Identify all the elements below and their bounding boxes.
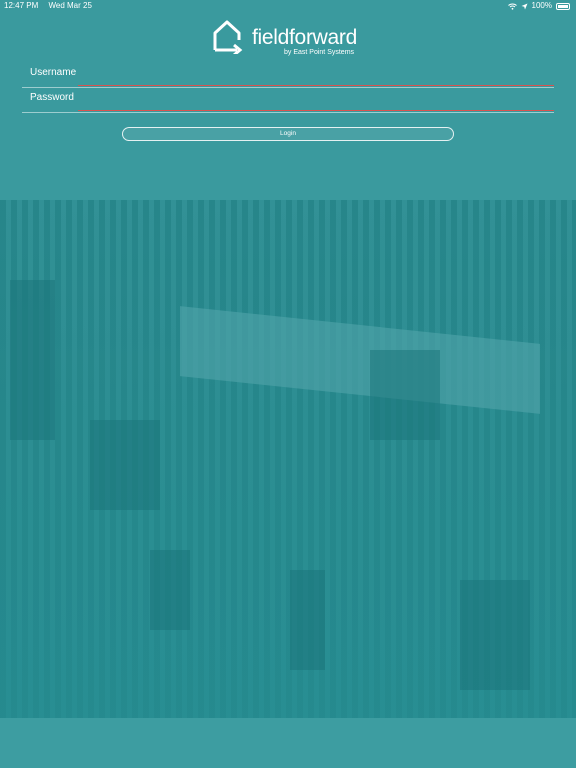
password-label: Password	[30, 92, 74, 103]
background-river	[180, 306, 540, 414]
location-arrow-icon	[521, 3, 528, 9]
logo-wordmark: fieldforward	[252, 26, 357, 49]
app-logo: fieldforward by East Point Systems	[212, 20, 372, 60]
background-building	[90, 420, 160, 510]
password-input[interactable]	[78, 89, 554, 111]
logo-tagline: by East Point Systems	[284, 49, 355, 56]
login-button[interactable]: Login	[122, 127, 454, 141]
status-date: Wed Mar 25	[48, 1, 92, 10]
background-building	[10, 280, 55, 440]
house-arrow-icon	[213, 20, 243, 54]
password-field-row: Password	[22, 89, 554, 113]
footer-band	[0, 718, 576, 768]
background-building	[460, 580, 530, 690]
battery-percent: 100%	[531, 1, 552, 10]
status-bar: 12:47 PM Wed Mar 25 100%	[0, 0, 576, 12]
username-label: Username	[30, 67, 77, 78]
username-input[interactable]	[78, 64, 554, 86]
status-time: 12:47 PM	[4, 1, 39, 10]
username-field-row: Username	[22, 64, 554, 88]
background-building	[290, 570, 325, 670]
background-city-image	[0, 200, 576, 720]
wifi-icon	[507, 3, 517, 10]
battery-icon	[556, 2, 570, 10]
background-building	[370, 350, 440, 440]
background-building	[150, 550, 190, 630]
